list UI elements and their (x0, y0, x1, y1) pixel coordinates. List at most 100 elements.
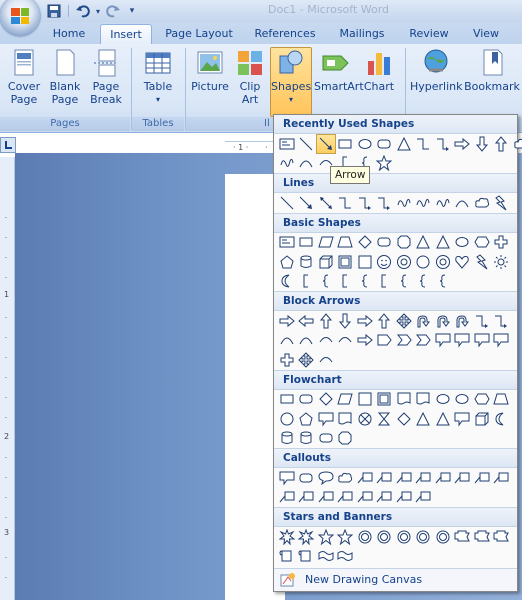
line-callout-shape-icon[interactable] (277, 488, 297, 508)
line-callout-shape-icon[interactable] (375, 488, 395, 508)
tab-page-layout[interactable]: Page Layout (160, 24, 238, 44)
brace-shape-icon[interactable] (316, 272, 336, 292)
chevron-shape-icon[interactable] (414, 331, 434, 351)
line-callout-shape-icon[interactable] (414, 488, 434, 508)
document-shape-icon[interactable] (336, 409, 356, 429)
line-callout-shape-icon[interactable] (375, 468, 395, 488)
lightning-bolt-shape-icon[interactable] (492, 193, 512, 213)
circle-shape-icon[interactable] (277, 409, 297, 429)
explosion-shape-icon[interactable] (297, 527, 317, 547)
sun-shape-icon[interactable] (492, 252, 512, 272)
donut-shape-icon[interactable] (394, 252, 414, 272)
arrow-shape-icon[interactable] (316, 134, 336, 154)
document-shape-icon[interactable] (394, 390, 414, 410)
right-arrow-shape-icon[interactable] (277, 311, 297, 331)
quad-arrow-shape-icon[interactable] (297, 350, 317, 370)
explosion-shape-icon[interactable] (277, 527, 297, 547)
elbow-arrow-connector-shape-icon[interactable] (472, 311, 492, 331)
callout-shape-icon[interactable] (492, 331, 512, 351)
bracket-shape-icon[interactable] (297, 272, 317, 292)
brace-shape-icon[interactable] (355, 272, 375, 292)
seal-shape-icon[interactable] (433, 527, 453, 547)
ribbon-shape-icon[interactable] (453, 527, 473, 547)
brace-shape-icon[interactable] (414, 272, 434, 292)
callout-shape-icon[interactable] (453, 331, 473, 351)
bracket-shape-icon[interactable] (375, 272, 395, 292)
seal-shape-icon[interactable] (355, 527, 375, 547)
chart-button[interactable]: Chart (360, 48, 398, 93)
curve-shape-icon[interactable] (453, 193, 473, 213)
ribbon-shape-icon[interactable] (472, 527, 492, 547)
shapes-button[interactable]: Shapes ▾ (270, 47, 312, 117)
trapezoid-shape-icon[interactable] (336, 233, 356, 253)
elbow-connector-shape-icon[interactable] (336, 193, 356, 213)
rectangle-shape-icon[interactable] (336, 134, 356, 154)
up-arrow-shape-icon[interactable] (492, 134, 512, 154)
tab-references[interactable]: References (249, 24, 321, 44)
cover-page-button[interactable]: Cover Page (4, 48, 44, 106)
cloud-shape-icon[interactable] (336, 468, 356, 488)
square-shape-icon[interactable] (355, 390, 375, 410)
cube-shape-icon[interactable] (316, 252, 336, 272)
triangle-shape-icon[interactable] (433, 409, 453, 429)
up-arrow-shape-icon[interactable] (316, 311, 336, 331)
diamond-shape-icon[interactable] (394, 409, 414, 429)
right-arrow-shape-icon[interactable] (355, 331, 375, 351)
right-arrow-shape-icon[interactable] (355, 311, 375, 331)
bookmark-button[interactable]: Bookmark (464, 48, 520, 93)
oval-shape-icon[interactable] (453, 233, 473, 253)
elbow-arrow-connector-shape-icon[interactable] (375, 193, 395, 213)
line-callout-shape-icon[interactable] (394, 488, 414, 508)
elbow-arrow-connector-shape-icon[interactable] (433, 134, 453, 154)
text-box-shape-icon[interactable] (277, 233, 297, 253)
brace-shape-icon[interactable] (433, 272, 453, 292)
quad-arrow-shape-icon[interactable] (394, 311, 414, 331)
pentagon-shape-icon[interactable] (277, 252, 297, 272)
arrow-shape-icon[interactable] (297, 193, 317, 213)
parallelogram-shape-icon[interactable] (336, 390, 356, 410)
triangle-shape-icon[interactable] (414, 409, 434, 429)
scribble-shape-icon[interactable] (394, 193, 414, 213)
undo-icon[interactable] (75, 3, 91, 19)
line-callout-shape-icon[interactable] (492, 468, 512, 488)
cloud-shape-icon[interactable] (472, 193, 492, 213)
rectangle-shape-icon[interactable] (297, 233, 317, 253)
rounded-rectangle-shape-icon[interactable] (375, 134, 395, 154)
parallelogram-shape-icon[interactable] (316, 233, 336, 253)
rounded-rectangle-shape-icon[interactable] (297, 390, 317, 410)
line-callout-shape-icon[interactable] (316, 488, 336, 508)
scroll-shape-icon[interactable] (277, 547, 297, 567)
pentagon-shape-icon[interactable] (297, 409, 317, 429)
line-callout-shape-icon[interactable] (355, 488, 375, 508)
triangle-shape-icon[interactable] (414, 233, 434, 253)
line-callout-shape-icon[interactable] (394, 468, 414, 488)
can-shape-icon[interactable] (297, 252, 317, 272)
chevron-down-icon[interactable]: ▾ (94, 3, 102, 19)
line-callout-shape-icon[interactable] (355, 468, 375, 488)
line-shape-icon[interactable] (277, 193, 297, 213)
text-box-shape-icon[interactable] (277, 134, 297, 154)
customize-qat-icon[interactable]: ▾ (124, 3, 140, 19)
callout-shape-icon[interactable] (316, 409, 336, 429)
line-callout-shape-icon[interactable] (472, 468, 492, 488)
rounded-rectangle-shape-icon[interactable] (316, 429, 336, 449)
u-turn-arrow-shape-icon[interactable] (433, 311, 453, 331)
frame-shape-icon[interactable] (375, 390, 395, 410)
smiley-face-shape-icon[interactable] (375, 252, 395, 272)
pentagon-arrow-shape-icon[interactable] (375, 331, 395, 351)
right-arrow-shape-icon[interactable] (453, 134, 473, 154)
clip-art-button[interactable]: Clip Art (233, 48, 267, 106)
seal-shape-icon[interactable] (414, 527, 434, 547)
oval-shape-icon[interactable] (433, 390, 453, 410)
up-arrow-shape-icon[interactable] (375, 311, 395, 331)
curve-shape-icon[interactable] (277, 331, 297, 351)
scribble-shape-icon[interactable] (277, 154, 297, 174)
left-arrow-shape-icon[interactable] (297, 311, 317, 331)
bracket-shape-icon[interactable] (336, 272, 356, 292)
seal-shape-icon[interactable] (375, 527, 395, 547)
scribble-shape-icon[interactable] (433, 193, 453, 213)
cloud-shape-icon[interactable] (511, 134, 522, 154)
double-arrow-shape-icon[interactable] (316, 193, 336, 213)
plus-shape-icon[interactable] (277, 350, 297, 370)
oval-shape-icon[interactable] (355, 134, 375, 154)
